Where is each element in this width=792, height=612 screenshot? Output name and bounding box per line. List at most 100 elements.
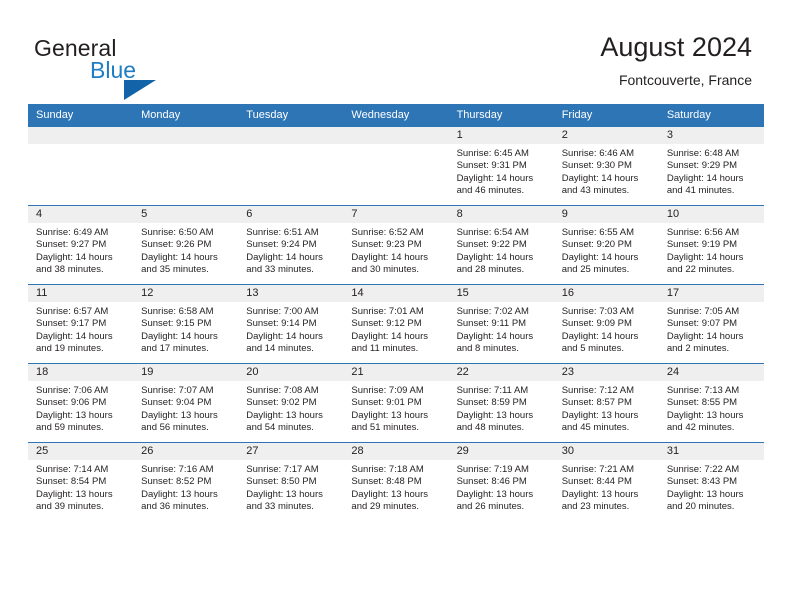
daylight-text-line1: Daylight: 14 hours [561,172,639,184]
sunset-text: Sunset: 8:57 PM [561,397,632,409]
calendar-cell-day[interactable]: 21 Sunrise: 7:09 AM Sunset: 9:01 PM Dayligh… [343,363,449,443]
day-number [28,127,134,144]
calendar-cell-day[interactable]: 10 Sunrise: 6:56 AM Sunset: 9:19 PM Dayligh… [658,205,764,285]
day-cell: 28 Sunrise: 7:18 AM Sunset: 8:48 PM Dayligh… [343,443,449,521]
day-number: 6 [238,206,344,223]
sunset-text: Sunset: 8:55 PM [666,397,738,409]
day-number: 14 [343,285,449,302]
day-details: Sunrise: 7:21 AM Sunset: 8:44 PM Daylight:… [554,460,659,513]
calendar-cell-day[interactable]: 22 Sunrise: 7:11 AM Sunset: 8:59 PM Dayligh… [448,363,554,443]
calendar-cell-day[interactable]: 13 Sunrise: 7:00 AM Sunset: 9:14 PM Dayligh… [238,284,344,364]
calendar-cell-day[interactable]: 7 Sunrise: 6:52 AM Sunset: 9:23 PM Daylight… [343,205,449,285]
day-cell: 11 Sunrise: 6:57 AM Sunset: 9:17 PM Dayligh… [28,285,134,363]
calendar-cell-day[interactable]: 5 Sunrise: 6:50 AM Sunset: 9:26 PM Daylight… [133,205,239,285]
day-details: Sunrise: 7:01 AM Sunset: 9:12 PM Daylight:… [343,302,448,355]
day-cell: 27 Sunrise: 7:17 AM Sunset: 8:50 PM Dayligh… [238,443,344,521]
brand-logo[interactable]: General Blue [34,36,264,100]
daylight-text-line2: and 54 minutes. [246,421,314,433]
calendar-cell-day[interactable]: 9 Sunrise: 6:55 AM Sunset: 9:20 PM Daylight… [553,205,659,285]
calendar-cell-day[interactable]: 11 Sunrise: 6:57 AM Sunset: 9:17 PM Dayligh… [28,284,134,364]
calendar-cell-day[interactable]: 27 Sunrise: 7:17 AM Sunset: 8:50 PM Dayligh… [238,442,344,521]
day-number [238,127,344,144]
day-number: 26 [133,443,239,460]
calendar-cell-day[interactable]: 30 Sunrise: 7:21 AM Sunset: 8:44 PM Dayligh… [553,442,659,521]
sunset-text: Sunset: 8:48 PM [351,476,422,488]
calendar-cell-day[interactable]: 12 Sunrise: 6:58 AM Sunset: 9:15 PM Dayligh… [133,284,239,364]
day-cell: 24 Sunrise: 7:13 AM Sunset: 8:55 PM Dayligh… [658,364,764,442]
calendar-cell-day[interactable]: 19 Sunrise: 7:07 AM Sunset: 9:04 PM Dayligh… [133,363,239,443]
daylight-text-line2: and 11 minutes. [351,342,419,354]
day-cell: 16 Sunrise: 7:03 AM Sunset: 9:09 PM Dayligh… [553,285,659,363]
daylight-text-line2: and 42 minutes. [666,421,735,433]
sunrise-text: Sunrise: 6:51 AM [246,227,319,238]
calendar-cell-day[interactable]: 2 Sunrise: 6:46 AM Sunset: 9:30 PM Daylight… [553,126,659,206]
calendar-cell-day[interactable]: 15 Sunrise: 7:02 AM Sunset: 9:11 PM Dayligh… [448,284,554,364]
calendar-cell-day[interactable]: 17 Sunrise: 7:05 AM Sunset: 9:07 PM Dayligh… [658,284,764,364]
calendar-cell-day[interactable]: 14 Sunrise: 7:01 AM Sunset: 9:12 PM Dayligh… [343,284,449,364]
day-cell: 13 Sunrise: 7:00 AM Sunset: 9:14 PM Dayligh… [238,285,344,363]
daylight-text-line1: Daylight: 14 hours [666,172,744,184]
calendar-cell-day[interactable]: 16 Sunrise: 7:03 AM Sunset: 9:09 PM Dayligh… [553,284,659,364]
day-details: Sunrise: 6:54 AM Sunset: 9:22 PM Daylight:… [449,223,554,276]
calendar-cell-day[interactable]: 4 Sunrise: 6:49 AM Sunset: 9:27 PM Daylight… [28,205,134,285]
sunrise-text: Sunrise: 7:16 AM [141,464,214,475]
day-details: Sunrise: 6:50 AM Sunset: 9:26 PM Daylight:… [133,223,238,276]
calendar-cell-empty [238,126,344,206]
day-cell: 7 Sunrise: 6:52 AM Sunset: 9:23 PM Daylight… [343,206,449,284]
calendar-cell-day[interactable]: 24 Sunrise: 7:13 AM Sunset: 8:55 PM Dayligh… [658,363,764,443]
sunrise-text: Sunrise: 7:13 AM [666,385,740,396]
calendar-cell-day[interactable]: 31 Sunrise: 7:22 AM Sunset: 8:43 PM Dayligh… [658,442,764,521]
day-details: Sunrise: 6:51 AM Sunset: 9:24 PM Daylight:… [238,223,343,276]
day-number: 10 [658,206,764,223]
day-details: Sunrise: 7:08 AM Sunset: 9:02 PM Daylight:… [238,381,343,434]
daylight-text-line2: and 39 minutes. [36,500,104,512]
day-cell: 2 Sunrise: 6:46 AM Sunset: 9:30 PM Daylight… [553,127,659,205]
sunset-text: Sunset: 8:46 PM [456,476,527,488]
calendar-cell-day[interactable]: 29 Sunrise: 7:19 AM Sunset: 8:46 PM Dayligh… [448,442,554,521]
sunset-text: Sunset: 8:52 PM [141,476,212,488]
day-details: Sunrise: 6:55 AM Sunset: 9:20 PM Daylight:… [554,223,659,276]
daylight-text-line2: and 22 minutes. [666,263,735,275]
daylight-text-line1: Daylight: 13 hours [36,488,113,500]
day-cell: 6 Sunrise: 6:51 AM Sunset: 9:24 PM Daylight… [238,206,344,284]
calendar-cell-day[interactable]: 18 Sunrise: 7:06 AM Sunset: 9:06 PM Dayligh… [28,363,134,443]
day-number: 15 [448,285,554,302]
weekday-header-sunday: Sunday [28,104,134,127]
calendar-week-row: 25 Sunrise: 7:14 AM Sunset: 8:54 PM Dayligh… [28,442,764,521]
calendar-cell-day[interactable]: 25 Sunrise: 7:14 AM Sunset: 8:54 PM Dayligh… [28,442,134,521]
day-number: 21 [343,364,449,381]
day-details: Sunrise: 6:49 AM Sunset: 9:27 PM Daylight:… [28,223,133,276]
day-number: 2 [553,127,659,144]
day-number: 9 [553,206,659,223]
sunset-text: Sunset: 9:02 PM [246,397,317,409]
day-details: Sunrise: 7:16 AM Sunset: 8:52 PM Daylight:… [133,460,238,513]
brand-name-blue: Blue [90,57,137,83]
sunset-text: Sunset: 9:12 PM [351,318,422,330]
calendar-cell-day[interactable]: 23 Sunrise: 7:12 AM Sunset: 8:57 PM Dayligh… [553,363,659,443]
day-number: 1 [448,127,554,144]
calendar-cell-day[interactable]: 3 Sunrise: 6:48 AM Sunset: 9:29 PM Daylight… [658,126,764,206]
daylight-text-line2: and 38 minutes. [36,263,104,275]
calendar-cell-day[interactable]: 26 Sunrise: 7:16 AM Sunset: 8:52 PM Dayligh… [133,442,239,521]
calendar-body: 1 Sunrise: 6:45 AM Sunset: 9:31 PM Daylight… [28,126,764,521]
sunrise-text: Sunrise: 7:22 AM [666,464,740,475]
daylight-text-line2: and 26 minutes. [456,500,525,512]
day-cell: 8 Sunrise: 6:54 AM Sunset: 9:22 PM Daylight… [448,206,554,284]
day-number: 11 [28,285,134,302]
calendar-cell-day[interactable]: 8 Sunrise: 6:54 AM Sunset: 9:22 PM Daylight… [448,205,554,285]
day-details: Sunrise: 6:48 AM Sunset: 9:29 PM Daylight:… [659,144,764,197]
sunset-text: Sunset: 9:11 PM [456,318,527,330]
calendar-cell-day[interactable]: 1 Sunrise: 6:45 AM Sunset: 9:31 PM Daylight… [448,126,554,206]
day-cell: 5 Sunrise: 6:50 AM Sunset: 9:26 PM Daylight… [133,206,239,284]
daylight-text-line1: Daylight: 14 hours [351,251,428,263]
sunrise-text: Sunrise: 6:54 AM [456,227,529,238]
daylight-text-line2: and 33 minutes. [246,500,314,512]
sunset-text: Sunset: 9:20 PM [561,239,632,251]
day-details: Sunrise: 7:13 AM Sunset: 8:55 PM Daylight:… [659,381,764,434]
calendar-cell-day[interactable]: 20 Sunrise: 7:08 AM Sunset: 9:02 PM Dayligh… [238,363,344,443]
calendar-cell-day[interactable]: 6 Sunrise: 6:51 AM Sunset: 9:24 PM Daylight… [238,205,344,285]
daylight-text-line1: Daylight: 13 hours [351,409,428,421]
day-cell: 21 Sunrise: 7:09 AM Sunset: 9:01 PM Dayligh… [343,364,449,442]
calendar-cell-day[interactable]: 28 Sunrise: 7:18 AM Sunset: 8:48 PM Dayligh… [343,442,449,521]
day-details: Sunrise: 7:02 AM Sunset: 9:11 PM Daylight:… [449,302,554,355]
